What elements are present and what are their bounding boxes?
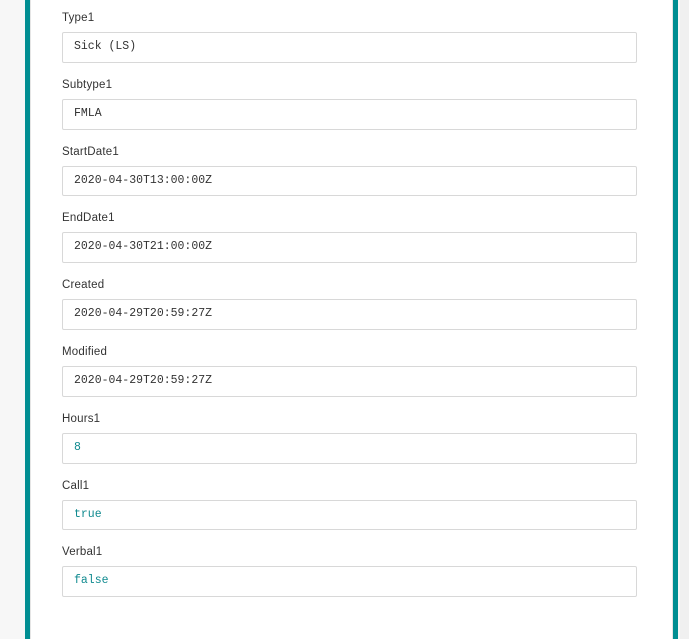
field-value: 2020-04-30T21:00:00Z: [62, 232, 637, 263]
field-value: 2020-04-30T13:00:00Z: [62, 166, 637, 197]
field-value: false: [62, 566, 637, 597]
field-subtype1: Subtype1 FMLA: [62, 79, 637, 130]
field-call1: Call1 true: [62, 480, 637, 531]
field-type1: Type1 Sick (LS): [62, 12, 637, 63]
field-value: true: [62, 500, 637, 531]
field-value: 8: [62, 433, 637, 464]
field-label: Call1: [62, 480, 637, 492]
field-label: EndDate1: [62, 212, 637, 224]
page-scrollbar-track[interactable]: [680, 0, 689, 639]
inner-panel: Type1 Sick (LS) Subtype1 FMLA StartDate1…: [30, 0, 673, 639]
field-value: 2020-04-29T20:59:27Z: [62, 366, 637, 397]
field-label: Hours1: [62, 413, 637, 425]
field-label: Created: [62, 279, 637, 291]
field-label: Subtype1: [62, 79, 637, 91]
field-hours1: Hours1 8: [62, 413, 637, 464]
field-value: FMLA: [62, 99, 637, 130]
field-label: Modified: [62, 346, 637, 358]
field-value: 2020-04-29T20:59:27Z: [62, 299, 637, 330]
panel-border-right: [673, 0, 678, 639]
field-verbal1: Verbal1 false: [62, 546, 637, 597]
field-label: Type1: [62, 12, 637, 24]
field-label: StartDate1: [62, 146, 637, 158]
field-value: Sick (LS): [62, 32, 637, 63]
field-startdate1: StartDate1 2020-04-30T13:00:00Z: [62, 146, 637, 197]
field-created: Created 2020-04-29T20:59:27Z: [62, 279, 637, 330]
field-modified: Modified 2020-04-29T20:59:27Z: [62, 346, 637, 397]
field-enddate1: EndDate1 2020-04-30T21:00:00Z: [62, 212, 637, 263]
property-list: Type1 Sick (LS) Subtype1 FMLA StartDate1…: [47, 0, 652, 639]
field-label: Verbal1: [62, 546, 637, 558]
